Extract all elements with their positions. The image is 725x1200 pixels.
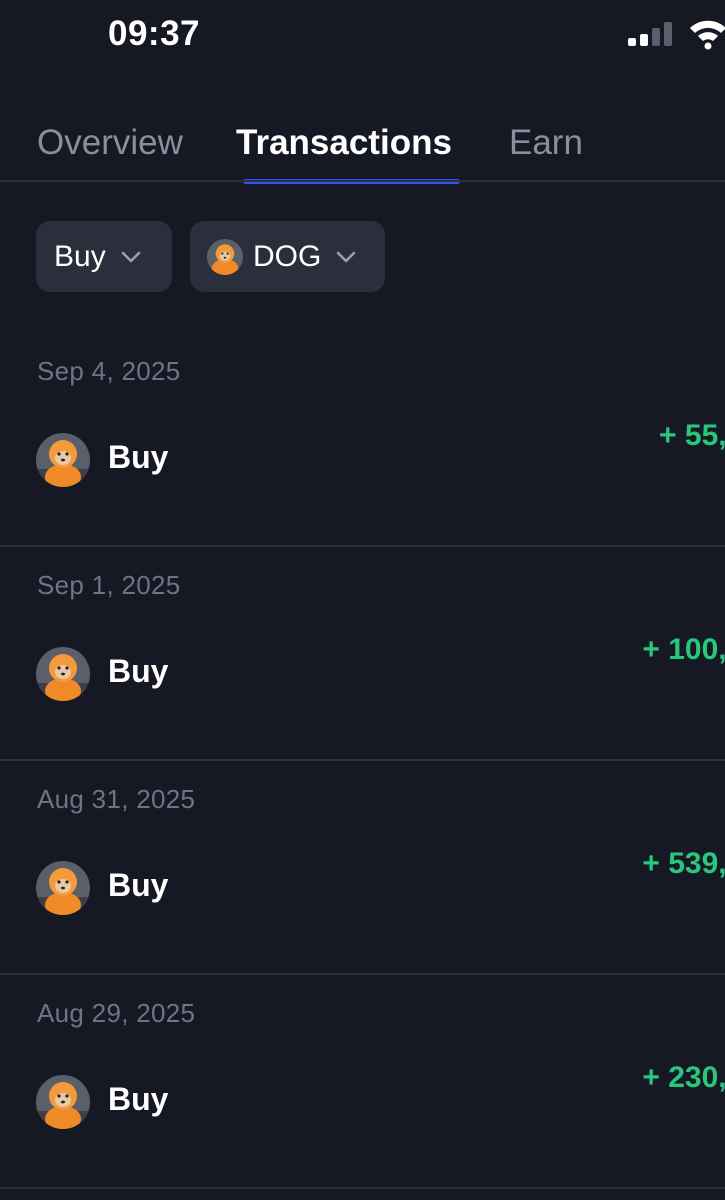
tab-overview[interactable]: Overview [37,115,183,171]
transaction-date: Aug 29, 2025 [37,998,196,1028]
transaction-group: Aug 29, 2025 Buy + 230,187. $ [0,975,725,1189]
status-time: 09:37 [108,14,201,53]
tab-bar: Overview Transactions Earn [0,115,725,184]
cellular-signal-icon [628,22,672,46]
transaction-type-label: Buy [108,439,169,475]
transaction-amount: + 100,000. [642,633,725,666]
dog-avatar-icon [36,861,90,915]
transaction-type-label: Buy [108,867,169,903]
row-divider [0,1187,725,1189]
type-filter-label: Buy [54,239,106,273]
dog-avatar-icon [36,647,90,701]
transaction-date: Sep 4, 2025 [37,356,181,386]
tab-earn[interactable]: Earn [509,115,583,171]
tab-transactions[interactable]: Transactions [236,115,452,171]
transaction-row[interactable]: Buy + 55,000. $ [0,405,725,525]
asset-filter-label: DOG [253,239,322,273]
transaction-date: Sep 1, 2025 [37,570,181,600]
transaction-group: Sep 1, 2025 Buy + 100,000. $ [0,547,725,761]
dog-avatar-icon [36,433,90,487]
type-filter-dropdown[interactable]: Buy [36,221,172,292]
transaction-type-label: Buy [108,1081,169,1117]
tabs-divider [0,180,725,182]
asset-filter-dropdown[interactable]: DOG [190,221,385,292]
chevron-down-icon [121,251,140,262]
transaction-amount: + 230,187. [642,1061,725,1094]
wifi-icon [690,20,725,50]
transaction-row[interactable]: Buy + 230,187. $ [0,1047,725,1167]
transaction-group: Sep 4, 2025 Buy + 55,000. $ [0,333,725,547]
transaction-amount: + 539,172. [642,847,725,880]
transaction-group: Aug 31, 2025 Buy + 539,172. $1 [0,761,725,975]
transaction-row[interactable]: Buy + 100,000. $ [0,619,725,739]
transaction-type-label: Buy [108,653,169,689]
transactions-screen: 09:37 Overview Transactions Earn Buy DOG… [0,0,725,1200]
transaction-date: Aug 31, 2025 [37,784,196,814]
dog-avatar-icon [36,1075,90,1129]
transaction-row[interactable]: Buy + 539,172. $1 [0,833,725,953]
dog-avatar-icon [207,238,243,275]
transaction-amount: + 55,000. [659,419,725,452]
chevron-down-icon [337,251,356,262]
